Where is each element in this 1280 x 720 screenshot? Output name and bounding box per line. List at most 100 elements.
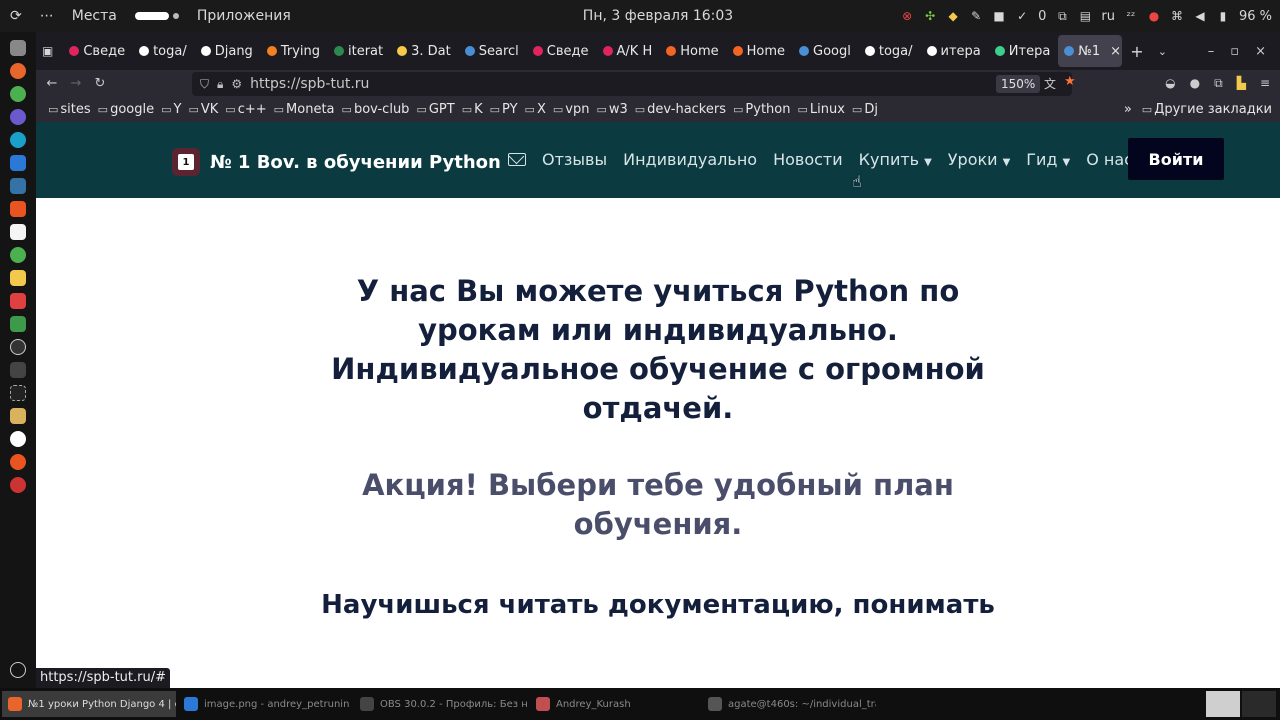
bookmark-label[interactable]: sites bbox=[60, 102, 90, 117]
bookmark-item[interactable]: ▭ PY bbox=[490, 102, 518, 117]
caret-down-icon[interactable]: ▼ bbox=[924, 157, 932, 168]
browser-tab[interactable]: Сведе bbox=[527, 35, 595, 67]
bookmark-item[interactable]: ▭ vpn bbox=[553, 102, 590, 117]
menu-guide-label[interactable]: Гид bbox=[1026, 150, 1057, 169]
taskbar-window[interactable]: OBS 30.0.2 - Профиль: Без назван... bbox=[354, 691, 528, 717]
shield-icon[interactable]: ⛉ bbox=[200, 77, 209, 92]
sleep-icon[interactable]: ᶻᶻ bbox=[1124, 9, 1138, 23]
chrome-icon[interactable] bbox=[10, 86, 26, 102]
back-icon[interactable]: ← bbox=[40, 76, 64, 91]
bookmark-label[interactable]: K bbox=[474, 102, 483, 117]
taskbar-window[interactable]: Andrey_Kurash bbox=[530, 691, 700, 717]
editor-icon[interactable] bbox=[10, 224, 26, 240]
caret-down-icon[interactable]: ▼ bbox=[1003, 157, 1011, 168]
pen-icon[interactable]: ✎ bbox=[969, 9, 983, 23]
files-icon[interactable] bbox=[10, 40, 26, 56]
bookmark-item[interactable]: ▭ c++ bbox=[225, 102, 266, 117]
stop-icon[interactable]: ■ bbox=[992, 9, 1006, 23]
zoom-level[interactable]: 150% bbox=[996, 75, 1041, 93]
address-bar[interactable]: ⛉ 🔒︎ ⚙ https://spb-tut.ru bbox=[192, 72, 1072, 96]
translate-icon[interactable]: 文 bbox=[1044, 75, 1056, 92]
close-tab-icon[interactable]: × bbox=[1110, 44, 1121, 59]
gnome-icon[interactable] bbox=[10, 431, 26, 447]
vscode-icon[interactable] bbox=[10, 155, 26, 171]
bookmark-item[interactable]: ▭ dev-hackers bbox=[635, 102, 726, 117]
bookmark-label[interactable]: Python bbox=[745, 102, 790, 117]
browser-tab[interactable]: A/K H bbox=[597, 35, 659, 67]
bookmark-item[interactable]: ▭ google bbox=[98, 102, 154, 117]
bookmark-label[interactable]: google bbox=[110, 102, 154, 117]
bookmark-item[interactable]: ▭ K bbox=[462, 102, 483, 117]
bookmark-label[interactable]: Y bbox=[174, 102, 182, 117]
record-icon[interactable]: ⊗ bbox=[900, 9, 914, 23]
bookmark-label[interactable]: Dj bbox=[864, 102, 878, 117]
spreadsheet-icon[interactable] bbox=[10, 316, 26, 332]
bookmark-label[interactable]: dev-hackers bbox=[647, 102, 726, 117]
network-tray-icon[interactable]: ✣ bbox=[923, 9, 937, 23]
browser-alt-icon[interactable] bbox=[10, 109, 26, 125]
chevron-right-icon[interactable]: » bbox=[1124, 102, 1132, 117]
site-brand[interactable]: 1 № 1 Bov. в обучении Python bbox=[172, 148, 501, 176]
bookmark-item[interactable]: ▭ Python bbox=[733, 102, 790, 117]
taskbar-window[interactable]: agate@t460s: ~/individual_training/... bbox=[702, 691, 876, 717]
caret-down-icon[interactable]: ▼ bbox=[1062, 157, 1070, 168]
bookmark-label[interactable]: vpn bbox=[565, 102, 589, 117]
menu-lessons[interactable]: Уроки ▼ bbox=[948, 150, 1010, 169]
clipboard-icon[interactable]: ▤ bbox=[1078, 9, 1092, 23]
lock-icon[interactable]: 🔒︎ bbox=[217, 77, 223, 92]
bookmark-label[interactable]: Linux bbox=[810, 102, 845, 117]
bookmark-label[interactable]: VK bbox=[201, 102, 218, 117]
minimize-icon[interactable]: – bbox=[1208, 44, 1215, 59]
maximize-icon[interactable]: ▫ bbox=[1230, 44, 1239, 59]
browser-tab[interactable]: toga/ bbox=[859, 35, 919, 67]
menu-reviews[interactable]: Отзывы bbox=[542, 150, 607, 169]
bookmark-label[interactable]: w3 bbox=[609, 102, 628, 117]
microphone-icon[interactable]: ● bbox=[1147, 9, 1161, 23]
mail-icon[interactable] bbox=[508, 153, 526, 166]
permissions-icon[interactable]: ⚙ bbox=[231, 77, 242, 91]
menu-buy-label[interactable]: Купить bbox=[859, 150, 919, 169]
menu-lessons-label[interactable]: Уроки bbox=[948, 150, 998, 169]
login-button[interactable]: Войти bbox=[1128, 138, 1224, 180]
menu-guide[interactable]: Гид ▼ bbox=[1026, 150, 1070, 169]
firefox-icon[interactable] bbox=[10, 63, 26, 79]
calendar-icon[interactable] bbox=[10, 293, 26, 309]
account-icon[interactable]: ● bbox=[1190, 76, 1200, 91]
ubuntu-icon[interactable] bbox=[10, 454, 26, 470]
browser-tab[interactable]: iterat bbox=[328, 35, 389, 67]
battery-icon[interactable]: ▮ bbox=[1216, 9, 1230, 23]
bookmark-item[interactable]: ▭ Y bbox=[161, 102, 181, 117]
bookmark-label[interactable]: bov-club bbox=[354, 102, 410, 117]
extensions-menu-icon[interactable]: ⧉ bbox=[1214, 76, 1223, 91]
brand-title[interactable]: № 1 Bov. в обучении Python bbox=[210, 152, 501, 173]
keyboard-layout[interactable]: ru bbox=[1101, 9, 1115, 24]
browser-tab[interactable]: Сведе bbox=[63, 35, 131, 67]
bookmark-item[interactable]: ▭ X bbox=[525, 102, 546, 117]
workspace-1[interactable] bbox=[1206, 691, 1240, 717]
archive-icon[interactable] bbox=[10, 408, 26, 424]
workspace-2[interactable] bbox=[1242, 691, 1276, 717]
browser-tab[interactable]: 3. Dat bbox=[391, 35, 457, 67]
new-tab-button[interactable]: + bbox=[1130, 42, 1143, 61]
pocket-icon[interactable]: ◒ bbox=[1165, 76, 1175, 91]
url-text[interactable]: https://spb-tut.ru bbox=[250, 76, 369, 92]
screenshot-icon[interactable] bbox=[10, 385, 26, 401]
edge-icon[interactable] bbox=[10, 132, 26, 148]
browser-tab[interactable]: №1 × bbox=[1058, 35, 1123, 67]
bookmark-label[interactable]: PY bbox=[502, 102, 518, 117]
browser-tab[interactable]: Итера bbox=[989, 35, 1057, 67]
bookmark-label[interactable]: GPT bbox=[429, 102, 455, 117]
tab-overflow-icon[interactable]: ⌄ bbox=[1158, 45, 1167, 58]
bookmark-item[interactable]: ▭ GPT bbox=[416, 102, 454, 117]
browser-tab[interactable]: toga/ bbox=[133, 35, 193, 67]
bookmark-item[interactable]: ▭ w3 bbox=[596, 102, 627, 117]
browser-tab[interactable]: Googl bbox=[793, 35, 857, 67]
browser-tab[interactable]: Home bbox=[727, 35, 791, 67]
obs-icon[interactable] bbox=[10, 339, 26, 355]
menu-icon[interactable]: ≡ bbox=[1260, 76, 1270, 91]
menu-news[interactable]: Новости bbox=[773, 150, 843, 169]
network-icon[interactable]: ⌘ bbox=[1170, 9, 1184, 23]
close-window-icon[interactable]: × bbox=[1255, 44, 1266, 59]
other-bookmarks-label[interactable]: Другие закладки bbox=[1154, 102, 1272, 117]
bookmark-item[interactable]: ▭ sites bbox=[48, 102, 91, 117]
